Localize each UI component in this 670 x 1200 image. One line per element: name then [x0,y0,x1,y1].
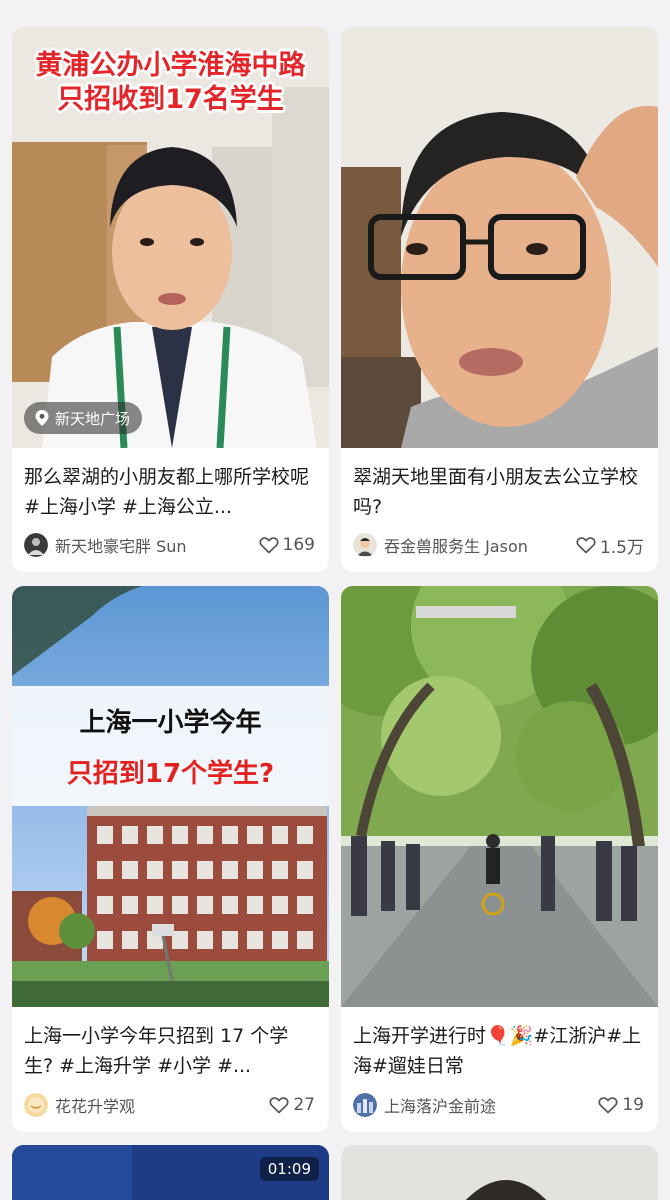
like-count: 169 [282,535,315,555]
note-meta: 新天地豪宅胖 Sun 169 [24,532,315,558]
overlay-line-1: 上海一小学今年 [79,708,262,738]
cover-photo-man-with-glasses [341,27,658,448]
location-label: 新天地广场 [55,409,131,428]
avatar[interactable] [353,1093,377,1117]
note-card[interactable]: 翠湖天地里面有小朋友去公立学校吗? 吞金兽服务生 Jason 1.5万 [341,27,658,572]
note-card[interactable]: 上海一小学今年 只招到17个学生? 上海一小学今年只招到 17 个学生? #上海… [12,586,329,1132]
avatar[interactable] [24,533,48,557]
note-cover-image[interactable]: 01:09 [12,1145,329,1200]
note-feed: 黄浦公办小学淮海中路 只招收到17名学生 新天地广场 那么翠湖的小朋友都上哪所学… [0,0,670,1200]
note-meta: 上海落沪金前途 19 [353,1092,644,1118]
note-cover-image[interactable]: 上海一小学今年 只招到17个学生? [12,586,329,1007]
like-count: 27 [293,1095,315,1115]
heart-outline-icon [598,1097,618,1114]
like-button[interactable]: 1.5万 [576,533,644,558]
heart-outline-icon [269,1097,289,1114]
avatar-image [24,1093,48,1117]
author-name[interactable]: 新天地豪宅胖 Sun [55,533,253,557]
note-title[interactable]: 那么翠湖的小朋友都上哪所学校呢#上海小学 #上海公立... [12,448,329,522]
like-count: 19 [622,1095,644,1115]
location-pin-icon [35,410,49,426]
note-meta: 吞金兽服务生 Jason 1.5万 [353,532,644,558]
like-count: 1.5万 [599,537,644,558]
author-name[interactable]: 吞金兽服务生 Jason [384,533,570,557]
avatar-image [353,1093,377,1117]
note-title[interactable]: 翠湖天地里面有小朋友去公立学校吗? [341,448,658,522]
location-badge[interactable]: 新天地广场 [24,402,143,434]
cover-photo-partial [341,1145,658,1200]
like-button[interactable]: 27 [269,1095,315,1115]
avatar[interactable] [24,1093,48,1117]
avatar[interactable] [353,533,377,557]
author-name[interactable]: 花花升学观 [55,1093,263,1117]
like-button[interactable]: 19 [598,1095,644,1115]
note-card[interactable]: 上海开学进行时🎈🎉#江浙沪#上海#遛娃日常 上海落沪金前途 19 [341,586,658,1132]
heart-outline-icon [259,537,279,554]
note-title[interactable]: 上海开学进行时🎈🎉#江浙沪#上海#遛娃日常 [341,1007,658,1081]
note-card[interactable] [341,1145,658,1200]
author-name[interactable]: 上海落沪金前途 [384,1093,592,1117]
video-duration-badge: 01:09 [259,1157,319,1181]
cover-overlay-text: 黄浦公办小学淮海中路 只招收到17名学生 [12,49,329,117]
note-meta: 花花升学观 27 [24,1092,315,1118]
heart-outline-icon [576,537,596,554]
note-card[interactable]: 01:09 [12,1145,329,1200]
note-card[interactable]: 黄浦公办小学淮海中路 只招收到17名学生 新天地广场 那么翠湖的小朋友都上哪所学… [12,27,329,572]
note-cover-image[interactable] [341,586,658,1007]
note-title[interactable]: 上海一小学今年只招到 17 个学生? #上海升学 #小学 #... [12,1007,329,1081]
note-cover-image[interactable] [341,1145,658,1200]
cover-overlay-text: 上海一小学今年 只招到17个学生? [12,686,329,806]
avatar-image [24,533,48,557]
overlay-line-2: 只招到17个学生? [66,759,275,789]
note-cover-image[interactable]: 黄浦公办小学淮海中路 只招收到17名学生 新天地广场 [12,27,329,448]
avatar-image [353,533,377,557]
cover-photo-tree-lined-street [341,586,658,1007]
note-cover-image[interactable] [341,27,658,448]
like-button[interactable]: 169 [259,535,315,555]
overlay-line-2: 只招收到17名学生 [57,84,284,115]
overlay-line-1: 黄浦公办小学淮海中路 [35,50,306,81]
